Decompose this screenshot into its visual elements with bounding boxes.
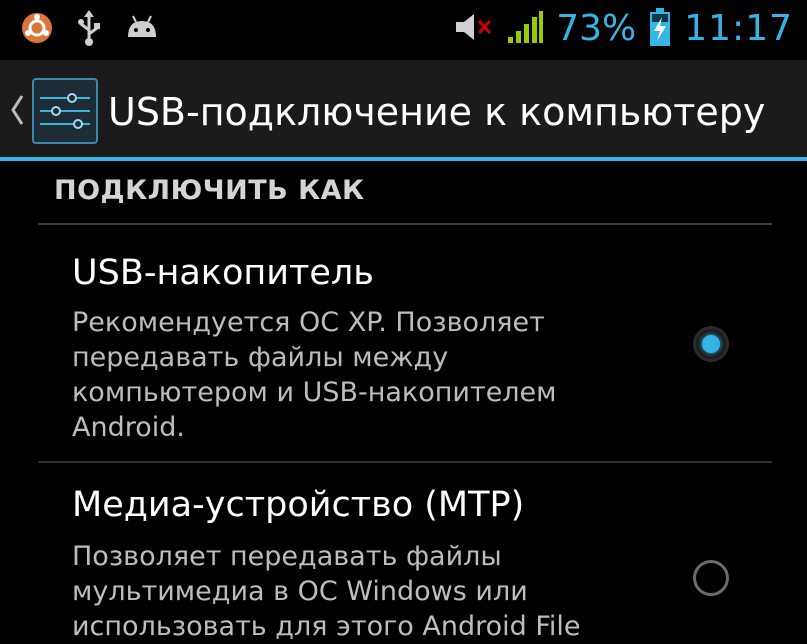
usb-icon — [76, 10, 102, 50]
option-media-device-mtp[interactable]: Медиа-устройство (MTP) Позволяет передав… — [38, 463, 772, 643]
system-icons: 73% 11:17 — [454, 4, 793, 54]
battery-percent: 73% — [556, 8, 637, 49]
settings-list: ПОДКЛЮЧИТЬ КАК USB-накопитель Рекомендуе… — [0, 161, 807, 642]
option-summary: Рекомендуется ОС XP. Позволяет передават… — [72, 307, 557, 443]
option-title: USB-накопитель — [72, 253, 374, 293]
page-title: USB-подключение к компьютеру — [108, 90, 766, 134]
ubuntu-icon — [20, 11, 54, 49]
back-caret-icon[interactable] — [8, 90, 26, 134]
clock: 11:17 — [684, 8, 793, 49]
notification-icons — [20, 10, 160, 50]
mute-icon — [454, 10, 494, 48]
android-icon — [124, 13, 160, 47]
status-bar: 73% 11:17 — [0, 0, 807, 60]
signal-icon — [506, 9, 544, 49]
option-usb-storage[interactable]: USB-накопитель Рекомендуется ОС XP. Позв… — [38, 225, 772, 461]
battery-charging-icon — [648, 7, 672, 51]
radio-button-selected[interactable] — [693, 326, 729, 362]
option-summary: Позволяет передавать файлы мультимедиа в… — [72, 541, 581, 642]
option-title: Медиа-устройство (MTP) — [72, 485, 525, 525]
settings-app-icon[interactable] — [32, 78, 98, 148]
radio-button-unselected[interactable] — [693, 560, 729, 596]
section-header: ПОДКЛЮЧИТЬ КАК — [54, 175, 365, 206]
